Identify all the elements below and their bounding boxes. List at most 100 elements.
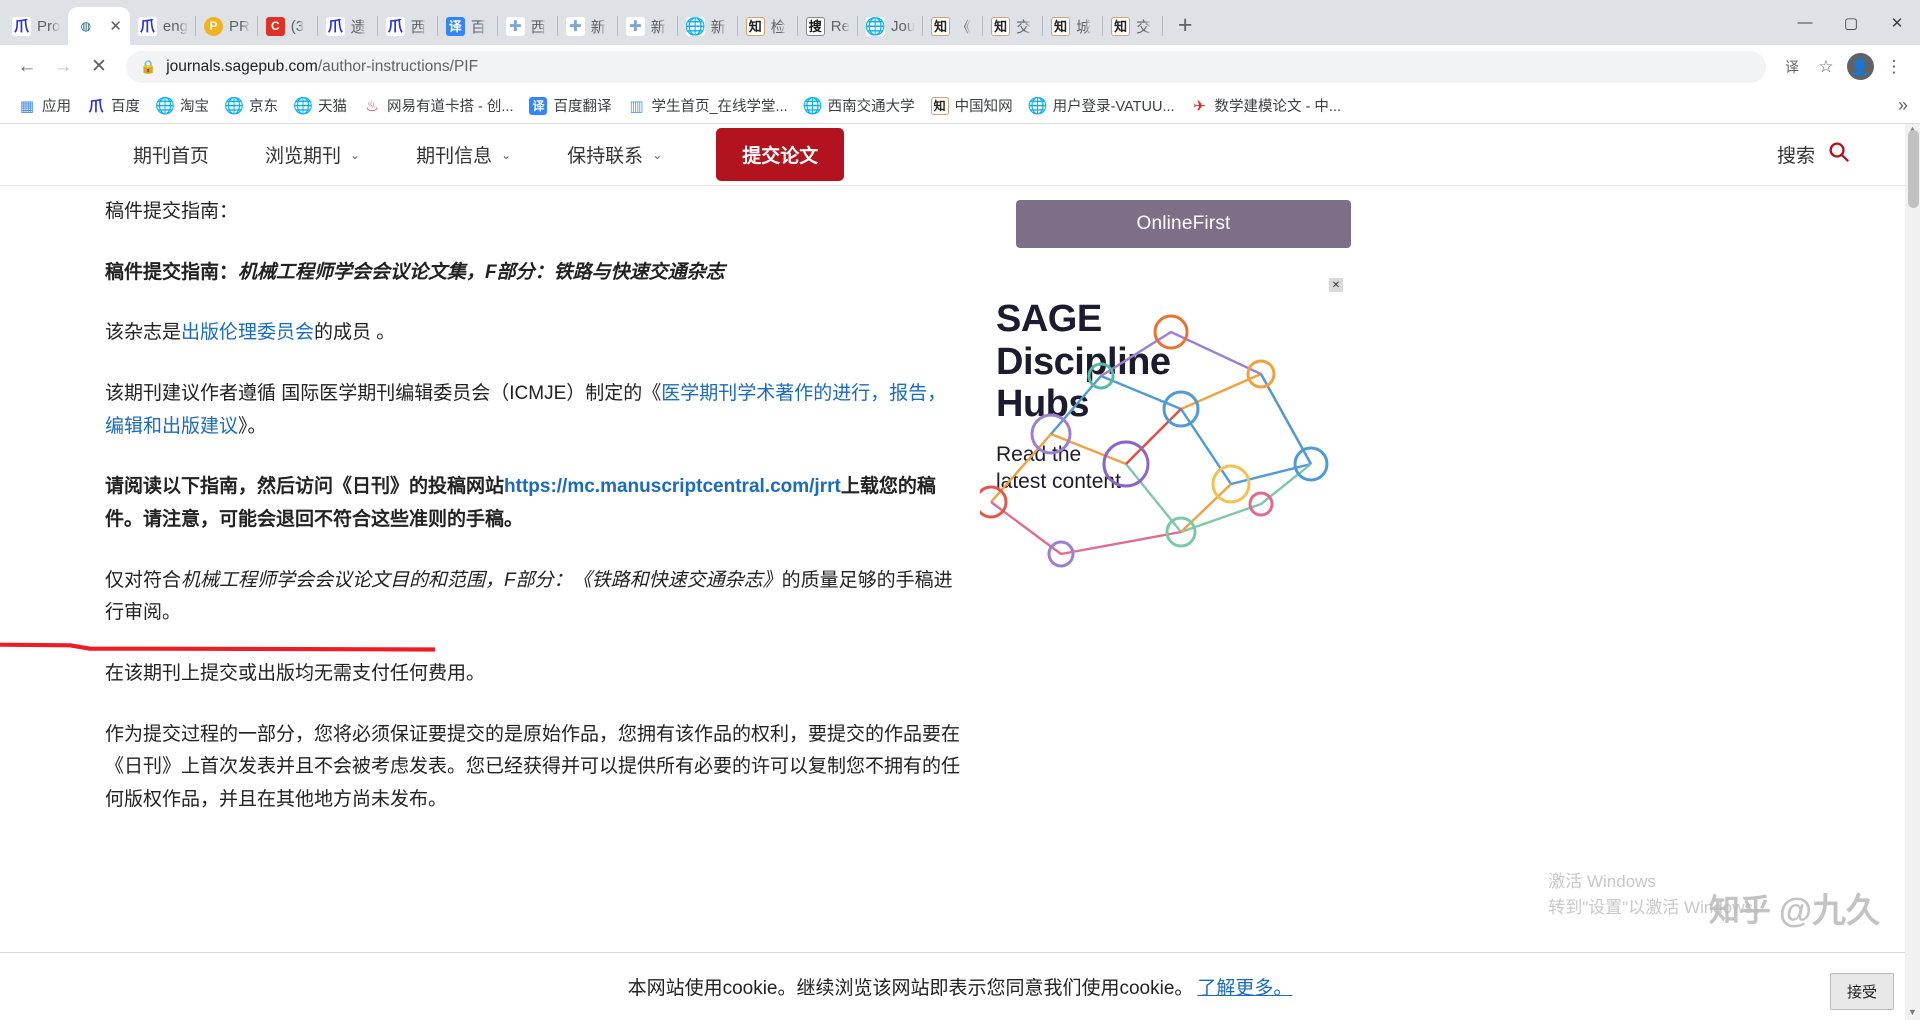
chart-icon: ▥ <box>627 96 646 115</box>
translate-icon[interactable]: 译 <box>1776 51 1808 83</box>
site-nav-label: 浏览期刊 <box>265 146 342 167</box>
browser-tab[interactable]: ✚ 新 <box>618 7 678 45</box>
close-window-button[interactable]: ✕ <box>1874 0 1920 45</box>
article-link[interactable]: https://mc.manuscriptcentral.com/jrrt <box>504 476 841 497</box>
back-icon[interactable]: ← <box>10 50 44 84</box>
address-bar[interactable]: 🔒 journals.sagepub.com/author-instructio… <box>126 50 1766 83</box>
bookmark-item[interactable]: ✈ 数学建模论文 - 中... <box>1183 91 1349 120</box>
tab-title: 《 <box>956 18 972 36</box>
tab-title: 西 <box>530 18 546 36</box>
article-text: 该期刊建议作者遵循 国际医学期刊编辑委员会（ICMJE）制定的《 <box>105 383 662 405</box>
article-text: 在该期刊上提交或出版均无需支付任何费用。 <box>105 663 486 685</box>
tab-title: (3 <box>290 17 305 35</box>
zhihu-logo: 知乎 <box>1708 893 1771 928</box>
tab-close-icon[interactable]: ✕ <box>109 17 122 35</box>
browser-tab[interactable]: 爪西 <box>378 7 438 45</box>
bookmark-item[interactable]: 译百度翻译 <box>521 91 619 120</box>
maximize-button[interactable]: ▢ <box>1828 0 1874 45</box>
tab-title: PR <box>228 17 250 35</box>
sidebar: OnlineFirst ✕ SAGE Discipline Hubs Read … <box>980 196 1380 845</box>
bookmark-item[interactable]: 知中国知网 <box>923 91 1021 120</box>
site-nav-link[interactable]: 期刊首页 <box>105 141 237 168</box>
bookmark-item[interactable]: 🌐 淘宝 <box>148 91 217 120</box>
ad-close-icon[interactable]: ✕ <box>1329 278 1343 292</box>
scroll-down-arrow[interactable]: ▼ <box>1906 1007 1919 1020</box>
article-text: 机械工程师学会会议论文目的和范围，F部分：《铁路和快速交通杂志》 <box>181 569 782 591</box>
chevron-down-icon: ⌄ <box>501 147 512 162</box>
bookmark-item[interactable]: 🌐 京东 <box>217 91 286 120</box>
browser-tab[interactable]: ◍ ✕ <box>68 7 130 45</box>
cookie-accept-button[interactable]: 接受 <box>1829 973 1894 1010</box>
baidu-icon: 爪 <box>385 16 405 36</box>
site-nav-link[interactable]: 期刊信息 ⌄ <box>388 141 539 168</box>
browser-tab[interactable]: 知交 <box>1103 7 1164 45</box>
bookmark-star-icon[interactable]: ☆ <box>1810 51 1842 83</box>
cnki-icon: 知 <box>1111 16 1131 36</box>
youdao-icon: ♨ <box>363 96 381 115</box>
article-paragraph: 作为提交过程的一部分，您将必须保证要提交的是原始作品，您拥有该作品的权利，要提交… <box>105 719 960 817</box>
edu-shield-icon: ✚ <box>505 16 525 36</box>
bookmark-item[interactable]: 🌐 西南交通大学 <box>796 91 923 120</box>
advertisement[interactable]: ✕ SAGE Discipline Hubs Read the latest c… <box>980 276 1345 574</box>
browser-tab[interactable]: ✚ 新 <box>558 7 618 45</box>
site-nav-link[interactable]: 保持联系 ⌄ <box>539 141 690 168</box>
cookie-banner: 本网站使用cookie。继续浏览该网站即表示您同意我们使用cookie。 了解更… <box>0 952 1920 1020</box>
bookmark-item[interactable]: ▦ 应用 <box>10 91 79 120</box>
site-search[interactable]: 搜索 <box>1777 140 1860 169</box>
browser-tab[interactable]: C (3 <box>258 7 318 45</box>
profile-avatar[interactable]: 👤 <box>1844 51 1876 83</box>
search-icon[interactable] <box>1827 140 1850 169</box>
page-scrollbar[interactable]: ▲ ▼ <box>1905 124 1920 1020</box>
bookmark-label: 学生首页_在线学堂... <box>651 99 788 115</box>
browser-tab[interactable]: 🌐 新 <box>678 7 738 45</box>
stop-loading-icon[interactable]: ✕ <box>82 50 116 84</box>
globe-icon: 🌐 <box>1027 96 1048 115</box>
article-text: 的成员 。 <box>314 322 396 344</box>
bookmark-item[interactable]: ♨ 网易有道卡搭 - 创... <box>355 91 521 120</box>
tab-title: 新 <box>710 18 726 36</box>
browser-tab[interactable]: 知《 <box>923 7 984 45</box>
tab-title: Jou <box>890 17 916 35</box>
bookmark-item[interactable]: ▥ 学生首页_在线学堂... <box>619 91 795 120</box>
bookmarks-overflow-button[interactable]: » <box>1892 95 1914 116</box>
browser-tab[interactable]: 知城 <box>1043 7 1104 45</box>
tab-title: Re <box>830 17 850 35</box>
article-body: 稿件提交指南： 稿件提交指南：机械工程师学会会议论文集，F部分：铁路与快速交通杂志… <box>0 196 980 845</box>
chrome-menu-icon[interactable]: ⋮ <box>1878 51 1910 83</box>
article-link[interactable]: 出版伦理委员会 <box>181 322 314 343</box>
bookmark-label: 网易有道卡搭 - 创... <box>387 99 514 115</box>
tab-strip: 爪 Pro ◍ ✕ 爪 eng P PR C (3 爪遗爪西译百 ✚ 西 ✚ 新 ✚ 新 🌐 新知检搜 Re 🌐 Jou 知… <box>0 0 1920 45</box>
browser-tab[interactable]: 爪遗 <box>318 7 378 45</box>
sage-icon: ◍ <box>76 16 96 36</box>
browser-tab[interactable]: 爪 eng <box>130 7 196 45</box>
bookmark-item[interactable]: 🌐 天猫 <box>286 91 355 120</box>
browser-tab[interactable]: 🌐 Jou <box>858 7 924 45</box>
onlinefirst-button[interactable]: OnlineFirst <box>1016 200 1351 248</box>
cookie-learn-more-link[interactable]: 了解更多。 <box>1197 973 1292 1000</box>
browser-tab[interactable]: 知检 <box>738 7 798 45</box>
bookmark-item[interactable]: 爪百度 <box>79 91 148 120</box>
browser-tab[interactable]: 译百 <box>438 7 498 45</box>
browser-tab[interactable]: 爪 Pro <box>4 7 68 45</box>
fanyi-icon: 译 <box>529 96 548 115</box>
browser-tab[interactable]: P PR <box>196 7 258 45</box>
site-navigation: 期刊首页 浏览期刊 ⌄ 期刊信息 ⌄ 保持联系 ⌄ 提交论文 搜索 <box>0 124 1920 186</box>
submit-paper-button[interactable]: 提交论文 <box>716 128 845 181</box>
bookmark-label: 百度 <box>111 99 140 115</box>
forward-icon[interactable]: → <box>46 50 80 84</box>
browser-tab[interactable]: 知交 <box>983 7 1044 45</box>
cnki-icon: 知 <box>931 16 951 36</box>
scrollbar-thumb[interactable] <box>1908 130 1919 208</box>
bookmark-label: 用户登录-VATUU... <box>1052 99 1175 115</box>
bookmark-item[interactable]: 🌐 用户登录-VATUU... <box>1021 91 1183 120</box>
minimize-button[interactable]: — <box>1782 0 1828 45</box>
window-controls: — ▢ ✕ <box>1782 0 1920 45</box>
article-text: 》。 <box>238 415 267 437</box>
tab-title: 西 <box>410 18 426 36</box>
browser-tab[interactable]: 搜 Re <box>798 7 858 45</box>
browser-tab[interactable]: ✚ 西 <box>498 7 558 45</box>
url-text: journals.sagepub.com/author-instructions… <box>166 58 478 76</box>
article-text: 作为提交过程的一部分，您将必须保证要提交的是原始作品，您拥有该作品的权利，要提交… <box>105 723 961 811</box>
site-nav-link[interactable]: 浏览期刊 ⌄ <box>237 141 388 168</box>
new-tab-button[interactable]: + <box>1167 7 1203 43</box>
